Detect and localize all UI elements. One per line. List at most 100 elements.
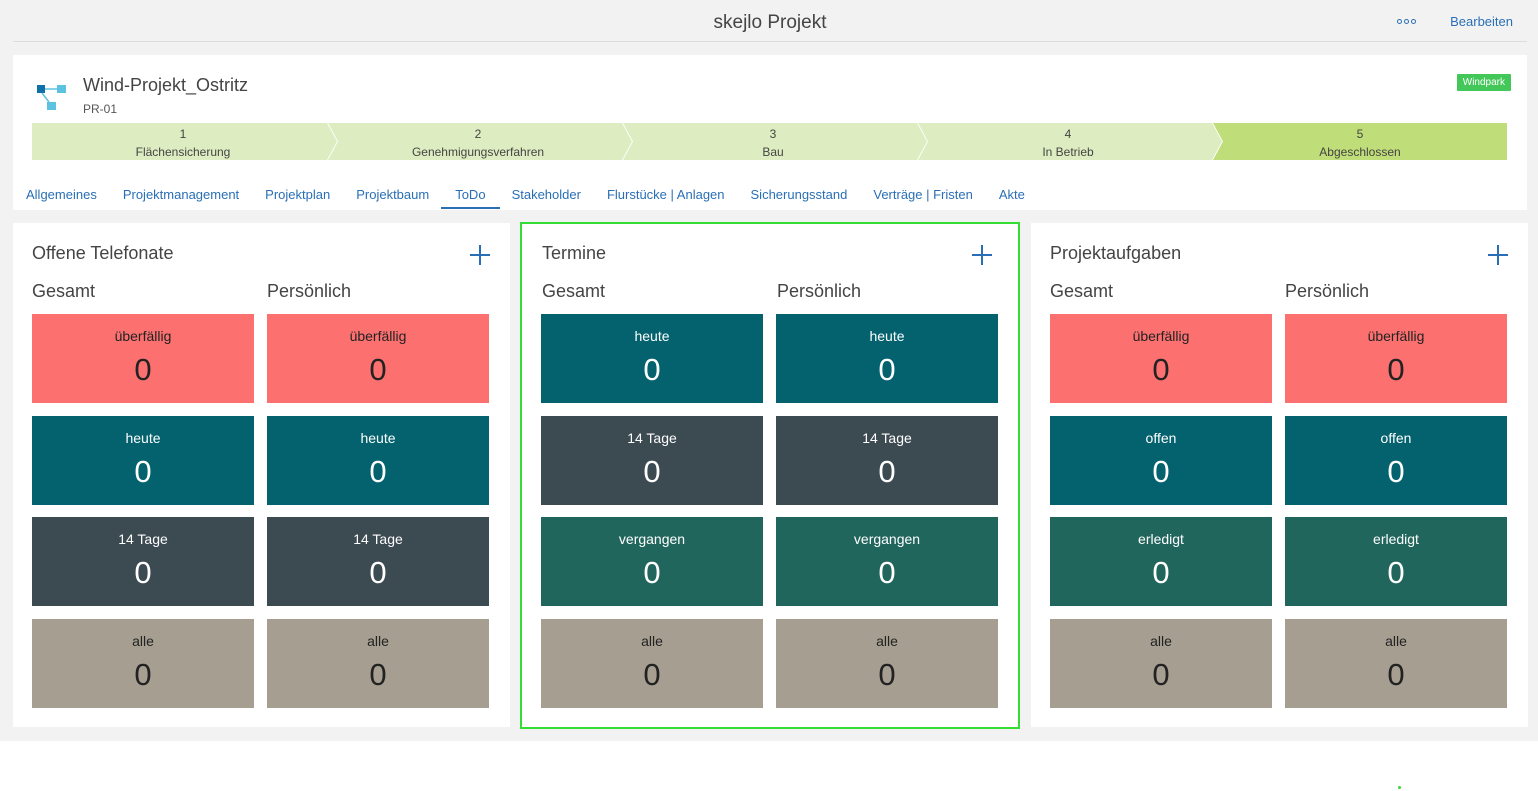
tab-bar: Allgemeines Projektmanagement Projektpla…	[26, 183, 1051, 209]
column-label-persoenlich: Persönlich	[1285, 281, 1370, 301]
tile-label: erledigt	[1373, 531, 1419, 547]
tile-gesamt-vergangen[interactable]: vergangen 0	[541, 517, 763, 606]
tile-label: vergangen	[618, 531, 686, 547]
tile-value: 0	[878, 555, 896, 590]
column-label-gesamt: Gesamt	[542, 281, 606, 301]
tile-label: alle	[876, 633, 898, 649]
tile-gesamt-heute[interactable]: heute 0	[541, 314, 763, 403]
more-horizontal-icon[interactable]	[1397, 16, 1417, 26]
tab-projektmanagement[interactable]: Projektmanagement	[123, 183, 239, 207]
tile-persoenlich-alle[interactable]: alle 0	[1285, 619, 1507, 708]
column-label-persoenlich: Persönlich	[777, 281, 862, 301]
tile-label: offen	[1380, 430, 1412, 446]
column-label-gesamt: Gesamt	[32, 281, 96, 301]
tile-persoenlich-vergangen[interactable]: vergangen 0	[776, 517, 998, 606]
tab-projektplan[interactable]: Projektplan	[265, 183, 330, 207]
add-icon[interactable]	[470, 245, 490, 265]
tile-value: 0	[1387, 454, 1405, 489]
column-label-persoenlich: Persönlich	[267, 281, 352, 301]
tile-value: 0	[1152, 657, 1170, 692]
phase-step-1[interactable]: 1 Flächensicherung	[32, 123, 334, 160]
tile-value: 0	[1152, 454, 1170, 489]
tab-vertraege-fristen[interactable]: Verträge | Fristen	[873, 183, 972, 207]
add-icon[interactable]	[1488, 245, 1508, 265]
tile-value: 0	[1387, 352, 1405, 387]
tile-persoenlich-erledigt[interactable]: erledigt 0	[1285, 517, 1507, 606]
tile-label: heute	[869, 328, 905, 344]
phase-label: Bau	[762, 145, 784, 159]
phase-step-4[interactable]: 4 In Betrieb	[917, 123, 1219, 160]
tile-persoenlich-alle[interactable]: alle 0	[267, 619, 489, 708]
tile-gesamt-14-tage[interactable]: 14 Tage 0	[32, 517, 254, 606]
app-root: skejlo Projekt Bearbeiten Wind-Projekt_O…	[0, 0, 1538, 791]
tile-persoenlich-14-tage[interactable]: 14 Tage 0	[267, 517, 489, 606]
tab-flurstuecke-anlagen[interactable]: Flurstücke | Anlagen	[607, 183, 725, 207]
tab-allgemeines[interactable]: Allgemeines	[26, 183, 97, 207]
phase-number: 4	[1064, 127, 1072, 141]
phase-step-2[interactable]: 2 Genehmigungsverfahren	[327, 123, 629, 160]
project-code: PR-01	[83, 102, 118, 116]
tab-projektbaum[interactable]: Projektbaum	[356, 183, 429, 207]
tile-gesamt-heute[interactable]: heute 0	[32, 416, 254, 505]
tile-gesamt-14-tage[interactable]: 14 Tage 0	[541, 416, 763, 505]
tab-akte[interactable]: Akte	[999, 183, 1025, 207]
phase-step-5[interactable]: 5 Abgeschlossen	[1213, 123, 1507, 160]
tile-gesamt-ueberfaellig[interactable]: überfällig 0	[1050, 314, 1272, 403]
column-label-gesamt: Gesamt	[1050, 281, 1114, 301]
tile-value: 0	[369, 555, 387, 590]
phase-step-3[interactable]: 3 Bau	[622, 123, 924, 160]
phase-stepper: 1 Flächensicherung 2 Genehmigungsverfahr…	[32, 123, 1507, 160]
tile-value: 0	[1387, 555, 1405, 590]
tile-persoenlich-heute[interactable]: heute 0	[267, 416, 489, 505]
phase-number: 3	[769, 127, 777, 141]
tile-label: überfällig	[1132, 328, 1190, 344]
cursor-dot	[1398, 786, 1401, 789]
tile-value: 0	[369, 657, 387, 692]
top-bar: skejlo Projekt Bearbeiten	[13, 0, 1527, 42]
tile-gesamt-alle[interactable]: alle 0	[32, 619, 254, 708]
tile-value: 0	[134, 555, 152, 590]
edit-button[interactable]: Bearbeiten	[1450, 14, 1513, 29]
tile-label: heute	[125, 430, 161, 446]
phase-label: Abgeschlossen	[1319, 145, 1401, 159]
phase-label: In Betrieb	[1042, 145, 1094, 159]
tile-label: alle	[1150, 633, 1172, 649]
project-type-badge: Windpark	[1456, 74, 1511, 91]
panel-projektaufgaben: Projektaufgaben Gesamt Persönlich überfä…	[1031, 223, 1528, 727]
tile-value: 0	[643, 352, 661, 387]
tile-value: 0	[643, 657, 661, 692]
tile-value: 0	[643, 454, 661, 489]
tile-persoenlich-offen[interactable]: offen 0	[1285, 416, 1507, 505]
tile-value: 0	[134, 454, 152, 489]
tab-todo[interactable]: ToDo	[441, 183, 501, 209]
tile-value: 0	[1387, 657, 1405, 692]
tile-value: 0	[878, 352, 896, 387]
tab-stakeholder[interactable]: Stakeholder	[512, 183, 581, 207]
phase-number: 5	[1356, 127, 1364, 141]
tile-persoenlich-ueberfaellig[interactable]: überfällig 0	[267, 314, 489, 403]
tile-label: überfällig	[114, 328, 172, 344]
phase-number: 1	[179, 127, 187, 141]
tile-gesamt-offen[interactable]: offen 0	[1050, 416, 1272, 505]
tile-label: 14 Tage	[118, 531, 168, 547]
tile-gesamt-erledigt[interactable]: erledigt 0	[1050, 517, 1272, 606]
phase-label: Flächensicherung	[135, 145, 231, 159]
tile-label: offen	[1145, 430, 1177, 446]
tile-persoenlich-ueberfaellig[interactable]: überfällig 0	[1285, 314, 1507, 403]
tile-label: heute	[634, 328, 670, 344]
tile-value: 0	[878, 657, 896, 692]
project-name: Wind-Projekt_Ostritz	[83, 75, 249, 95]
tile-persoenlich-heute[interactable]: heute 0	[776, 314, 998, 403]
tab-sicherungsstand[interactable]: Sicherungsstand	[751, 183, 848, 207]
tile-label: alle	[367, 633, 389, 649]
tile-gesamt-ueberfaellig[interactable]: überfällig 0	[32, 314, 254, 403]
tile-persoenlich-alle[interactable]: alle 0	[776, 619, 998, 708]
tile-gesamt-alle[interactable]: alle 0	[541, 619, 763, 708]
tile-persoenlich-14-tage[interactable]: 14 Tage 0	[776, 416, 998, 505]
project-header: Wind-Projekt_Ostritz PR-01 Windpark 1 Fl…	[13, 55, 1527, 210]
tile-label: 14 Tage	[862, 430, 912, 446]
tile-value: 0	[1152, 352, 1170, 387]
panel-termine: Termine Gesamt Persönlich heute 0 heute …	[520, 222, 1020, 729]
add-icon[interactable]	[972, 245, 992, 265]
tile-gesamt-alle[interactable]: alle 0	[1050, 619, 1272, 708]
